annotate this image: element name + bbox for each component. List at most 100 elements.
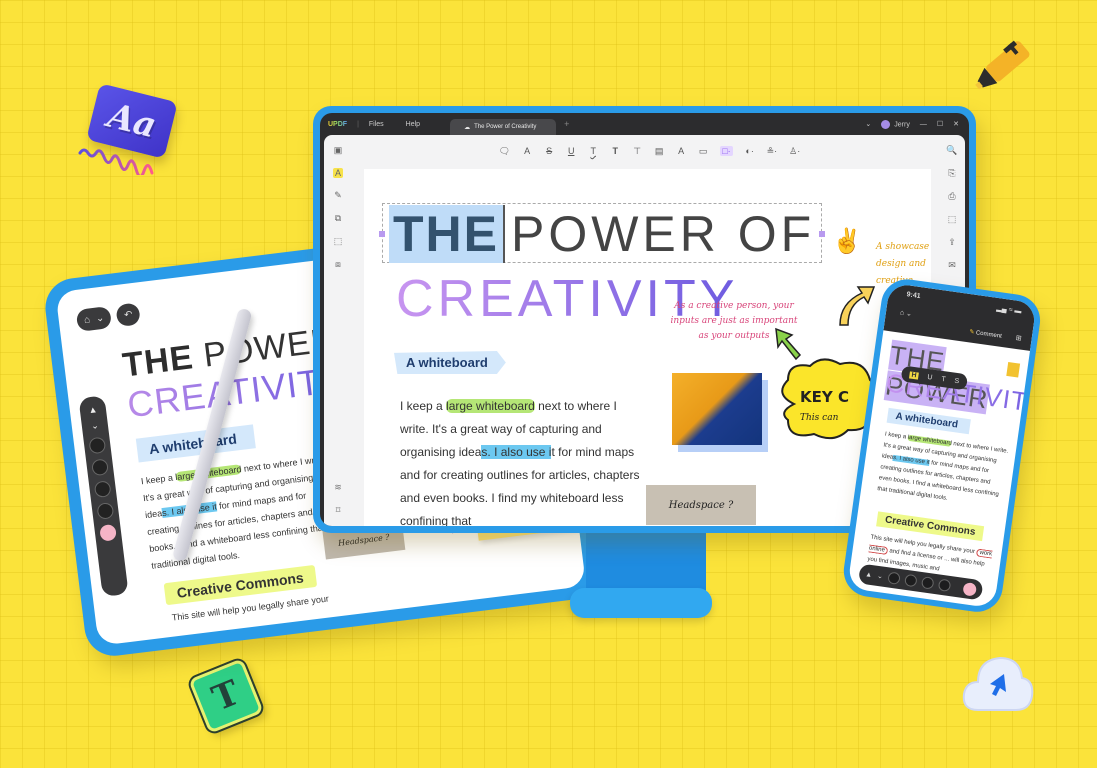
menu-help[interactable]: Help xyxy=(406,121,420,128)
pen-icon[interactable]: ▲ xyxy=(865,571,873,579)
title-selected-word[interactable]: THE xyxy=(389,205,505,263)
document-tab-title: The Power of Creativity xyxy=(474,124,537,130)
title-rest: POWER OF xyxy=(511,206,816,262)
headspace-note[interactable]: Headspace ? xyxy=(646,485,756,525)
marker-tool-button[interactable] xyxy=(91,458,109,477)
cloud-upload-icon xyxy=(962,656,1034,711)
title-bar: UPDF | Files Help ☁ The Power of Creativ… xyxy=(320,113,969,135)
sunflower-image[interactable] xyxy=(672,373,762,445)
text-tool-icon[interactable]: T xyxy=(610,146,620,156)
peace-hand-icon: ✌ xyxy=(832,228,862,255)
layers-icon[interactable]: ≋ xyxy=(334,482,342,493)
text-tool-letter: T xyxy=(206,672,246,720)
green-highlight[interactable]: large whiteboard xyxy=(446,399,535,413)
marker-tool-button[interactable] xyxy=(903,573,918,588)
tablet-home-button[interactable]: ⌂ ⌄ xyxy=(75,305,113,332)
tablet-top-controls: ⌂ ⌄ ↶ xyxy=(75,302,141,332)
close-button[interactable]: ✕ xyxy=(953,120,959,128)
edit-pdf-icon[interactable]: ✎ xyxy=(334,190,342,201)
convert-pdf-icon[interactable]: ⎙ xyxy=(948,191,955,202)
maximize-button[interactable]: ☐ xyxy=(937,120,943,128)
sticker-tool-icon[interactable]: ◐· xyxy=(745,146,755,156)
comment-label: Comment xyxy=(975,330,1003,340)
signature-tool-icon[interactable]: ♙· xyxy=(789,146,800,157)
pen-icon[interactable]: ▲ xyxy=(88,404,98,415)
home-icon: ⌂ xyxy=(83,313,91,326)
tablet-undo-button[interactable]: ↶ xyxy=(115,302,141,328)
blue-highlight[interactable]: s. I also use it xyxy=(892,454,930,466)
chevron-down-icon[interactable]: ⌄ xyxy=(877,572,884,581)
pen-icon: ✎ xyxy=(968,329,975,336)
underline-tool-icon[interactable]: U xyxy=(566,146,576,156)
app-logo: UPDF xyxy=(328,120,348,128)
tablet-section-heading: A whiteboard xyxy=(135,424,257,463)
body-text: I keep a xyxy=(400,399,447,413)
ocr-icon[interactable]: ⎘ xyxy=(948,168,955,179)
reader-mode-icon[interactable]: ▣ xyxy=(334,145,343,156)
document-tab[interactable]: ☁ The Power of Creativity xyxy=(450,119,557,135)
body-text: I keep a xyxy=(884,431,909,441)
left-sidebar: ▣ A ✎ ⧉ ⬚ ⧈ xyxy=(324,135,352,526)
bookmark-icon[interactable]: ⌑ xyxy=(336,505,341,516)
new-tab-button[interactable]: + xyxy=(564,119,569,129)
color-picker-button[interactable] xyxy=(99,523,117,542)
stamp-tool-icon[interactable]: ≗· xyxy=(767,146,778,157)
underline-format-button[interactable]: U xyxy=(927,373,933,381)
email-icon[interactable]: ✉ xyxy=(948,260,956,271)
selected-title-textbox[interactable]: THE POWER OF xyxy=(379,203,826,263)
blue-highlight[interactable]: s. I also use i xyxy=(481,445,552,459)
eraser-tool-button[interactable] xyxy=(96,502,115,520)
pencil-tool-button[interactable] xyxy=(920,576,935,590)
crop-page-icon[interactable]: ⧉ xyxy=(335,213,341,224)
green-highlight[interactable]: large whiteboard xyxy=(907,434,953,447)
comment-mode-icon[interactable]: A xyxy=(332,168,343,178)
pencil-tool-icon[interactable]: A xyxy=(676,146,686,156)
share-icon[interactable]: ⇪ xyxy=(948,237,956,248)
highlight-format-button[interactable]: H xyxy=(909,370,920,380)
text-format-button[interactable]: T xyxy=(941,375,946,383)
callout-tool-icon[interactable]: ▤ xyxy=(654,146,664,157)
pen-tool-button[interactable] xyxy=(887,571,901,585)
pencil-tool-button[interactable] xyxy=(93,480,112,499)
highlight-tool-icon[interactable]: A xyxy=(522,146,532,156)
pdf-page: THE POWER OF CREATIVITY A whiteboard I k… xyxy=(364,169,931,526)
cloud-icon: ☁ xyxy=(464,124,471,131)
home-icon[interactable]: ⌂ ⌄ xyxy=(900,308,913,318)
comment-mode-button[interactable]: ✎ Comment xyxy=(969,328,1002,339)
organize-pages-icon[interactable]: ⬚ xyxy=(334,236,343,247)
color-picker-button[interactable] xyxy=(962,581,978,597)
yellow-arrow-icon xyxy=(839,286,876,326)
shape-tool-icon[interactable]: □· xyxy=(720,146,733,156)
annotation-toolbar: 🗨 A S U T T ⊤ ▤ A ▭ □· ◐· ≗· ♙· xyxy=(324,135,965,167)
text-tool-sticker-icon: T xyxy=(185,655,267,737)
section-heading: A whiteboard xyxy=(394,351,506,374)
protect-icon[interactable]: ⬚ xyxy=(948,214,957,225)
divider: | xyxy=(357,120,359,128)
body-text: I keep a xyxy=(140,472,176,487)
pen-tool-button[interactable] xyxy=(88,436,107,455)
highlighter-icon xyxy=(975,40,1030,90)
fill-sign-icon[interactable]: ⧈ xyxy=(335,259,341,270)
search-icon[interactable]: 🔍 xyxy=(946,145,957,156)
comment-tool-icon[interactable]: 🗨 xyxy=(499,146,510,157)
key-cloud-title: KEY C xyxy=(800,388,849,406)
eraser-tool-button[interactable] xyxy=(937,578,952,593)
textbox-tool-icon[interactable]: ⊤ xyxy=(632,146,642,157)
resize-handle-left[interactable] xyxy=(379,231,385,237)
phone-time: 9:41 xyxy=(906,291,921,301)
resize-handle-right[interactable] xyxy=(819,231,826,237)
chevron-down-icon[interactable]: ⌄ xyxy=(865,120,871,128)
sticky-note-icon[interactable] xyxy=(1006,361,1021,378)
squiggle-decoration-icon xyxy=(78,148,154,175)
chevron-down-icon[interactable]: ⌄ xyxy=(91,420,100,432)
body-text: for mind maps and for creating outlines … xyxy=(876,460,1000,502)
phone-status-icons: ▂▄ ≈ ▬ xyxy=(996,304,1022,316)
page-grid-icon[interactable]: ⊞ xyxy=(1015,334,1022,343)
user-account-button[interactable]: Jerry xyxy=(881,119,910,129)
menu-files[interactable]: Files xyxy=(369,121,384,128)
eraser-tool-icon[interactable]: ▭ xyxy=(698,146,708,157)
minimize-button[interactable]: — xyxy=(920,121,927,128)
squiggly-tool-icon[interactable]: T xyxy=(588,146,598,156)
strikethrough-format-button[interactable]: S xyxy=(954,377,960,385)
strikethrough-tool-icon[interactable]: S xyxy=(544,146,554,156)
